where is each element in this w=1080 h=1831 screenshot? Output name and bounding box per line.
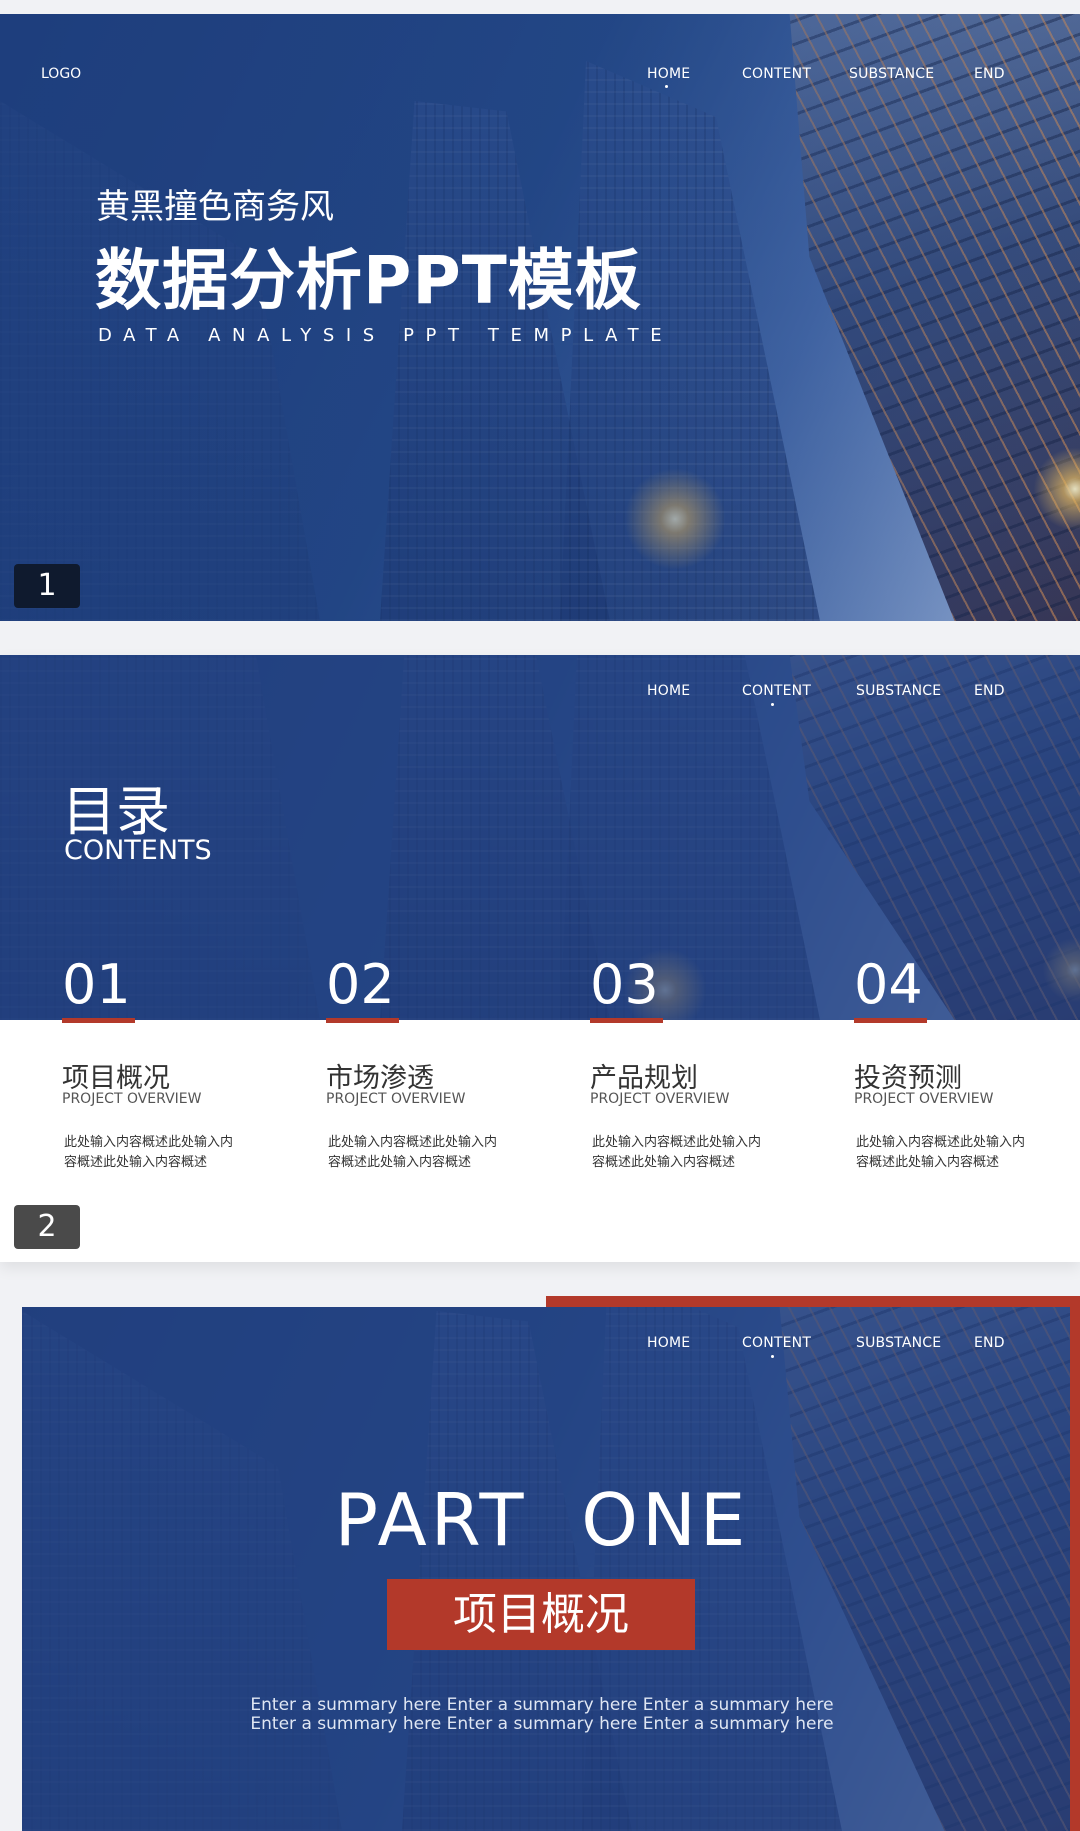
nav-content[interactable]: CONTENT [742,683,811,699]
nav-content[interactable]: CONTENT [742,66,811,82]
nav-end[interactable]: END [974,1335,1005,1351]
toc-accent-bar [854,1018,927,1023]
toc-subtitle: PROJECT OVERVIEW [62,1091,202,1107]
cover-title: 数据分析PPT模板 [95,242,642,319]
nav-content[interactable]: CONTENT [742,1335,811,1351]
toc-title: 项目概况 [62,1063,170,1094]
nav-end[interactable]: END [974,66,1005,82]
contents-title-en: CONTENTS [64,835,212,866]
nav-active-indicator [771,703,774,706]
toc-number: 03 [590,953,659,1016]
toc-accent-bar [62,1018,135,1023]
slide-cover: LOGO HOME CONTENT SUBSTANCE END 黄黑撞色商务风 … [0,14,1080,621]
page-number-badge: 1 [14,564,80,608]
summary-line-1: Enter a summary here Enter a summary her… [250,1695,834,1715]
part-title-badge: 项目概况 [387,1579,695,1650]
nav-active-indicator [665,85,668,88]
top-nav: HOME CONTENT SUBSTANCE END [22,1307,1070,1367]
toc-title: 产品规划 [590,1063,698,1094]
top-nav: HOME CONTENT SUBSTANCE END [0,14,1080,88]
toc-number: 01 [62,953,131,1016]
nav-end[interactable]: END [974,683,1005,699]
nav-home[interactable]: HOME [647,1335,690,1351]
toc-description: 此处输入内容概述此处输入内容概述此处输入内容概述 [64,1135,234,1170]
toc-accent-bar [326,1018,399,1023]
nav-home[interactable]: HOME [647,66,690,82]
nav-home[interactable]: HOME [647,683,690,699]
toc-subtitle: PROJECT OVERVIEW [590,1091,730,1107]
toc-title: 投资预测 [854,1063,962,1094]
nav-substance[interactable]: SUBSTANCE [849,66,934,82]
part-one-panel: HOME CONTENT SUBSTANCE END PART ONE 项目概况… [22,1307,1070,1831]
toc-number: 02 [326,953,395,1016]
slide-part-one: HOME CONTENT SUBSTANCE END PART ONE 项目概况… [0,1296,1080,1831]
toc-subtitle: PROJECT OVERVIEW [326,1091,466,1107]
summary-line-2: Enter a summary here Enter a summary her… [250,1714,834,1734]
nav-active-indicator [771,1355,774,1358]
part-heading: PART ONE [334,1478,750,1562]
toc-description: 此处输入内容概述此处输入内容概述此处输入内容概述 [592,1135,762,1170]
slide-contents: HOME CONTENT SUBSTANCE END 目录 CONTENTS 0… [0,655,1080,1262]
nav-substance[interactable]: SUBSTANCE [856,1335,941,1351]
part-summary: Enter a summary here Enter a summary her… [22,1696,1062,1734]
toc-number: 04 [854,953,923,1016]
cover-english-title: DATA ANALYSIS PPT TEMPLATE [98,325,674,346]
cover-subtitle: 黄黑撞色商务风 [96,187,334,227]
toc-description: 此处输入内容概述此处输入内容概述此处输入内容概述 [328,1135,498,1170]
top-nav: HOME CONTENT SUBSTANCE END [0,655,1080,715]
toc-accent-bar [590,1018,663,1023]
nav-substance[interactable]: SUBSTANCE [856,683,941,699]
toc-description: 此处输入内容概述此处输入内容概述此处输入内容概述 [856,1135,1026,1170]
toc-title: 市场渗透 [326,1063,434,1094]
page-number-badge: 2 [14,1205,80,1249]
toc-subtitle: PROJECT OVERVIEW [854,1091,994,1107]
